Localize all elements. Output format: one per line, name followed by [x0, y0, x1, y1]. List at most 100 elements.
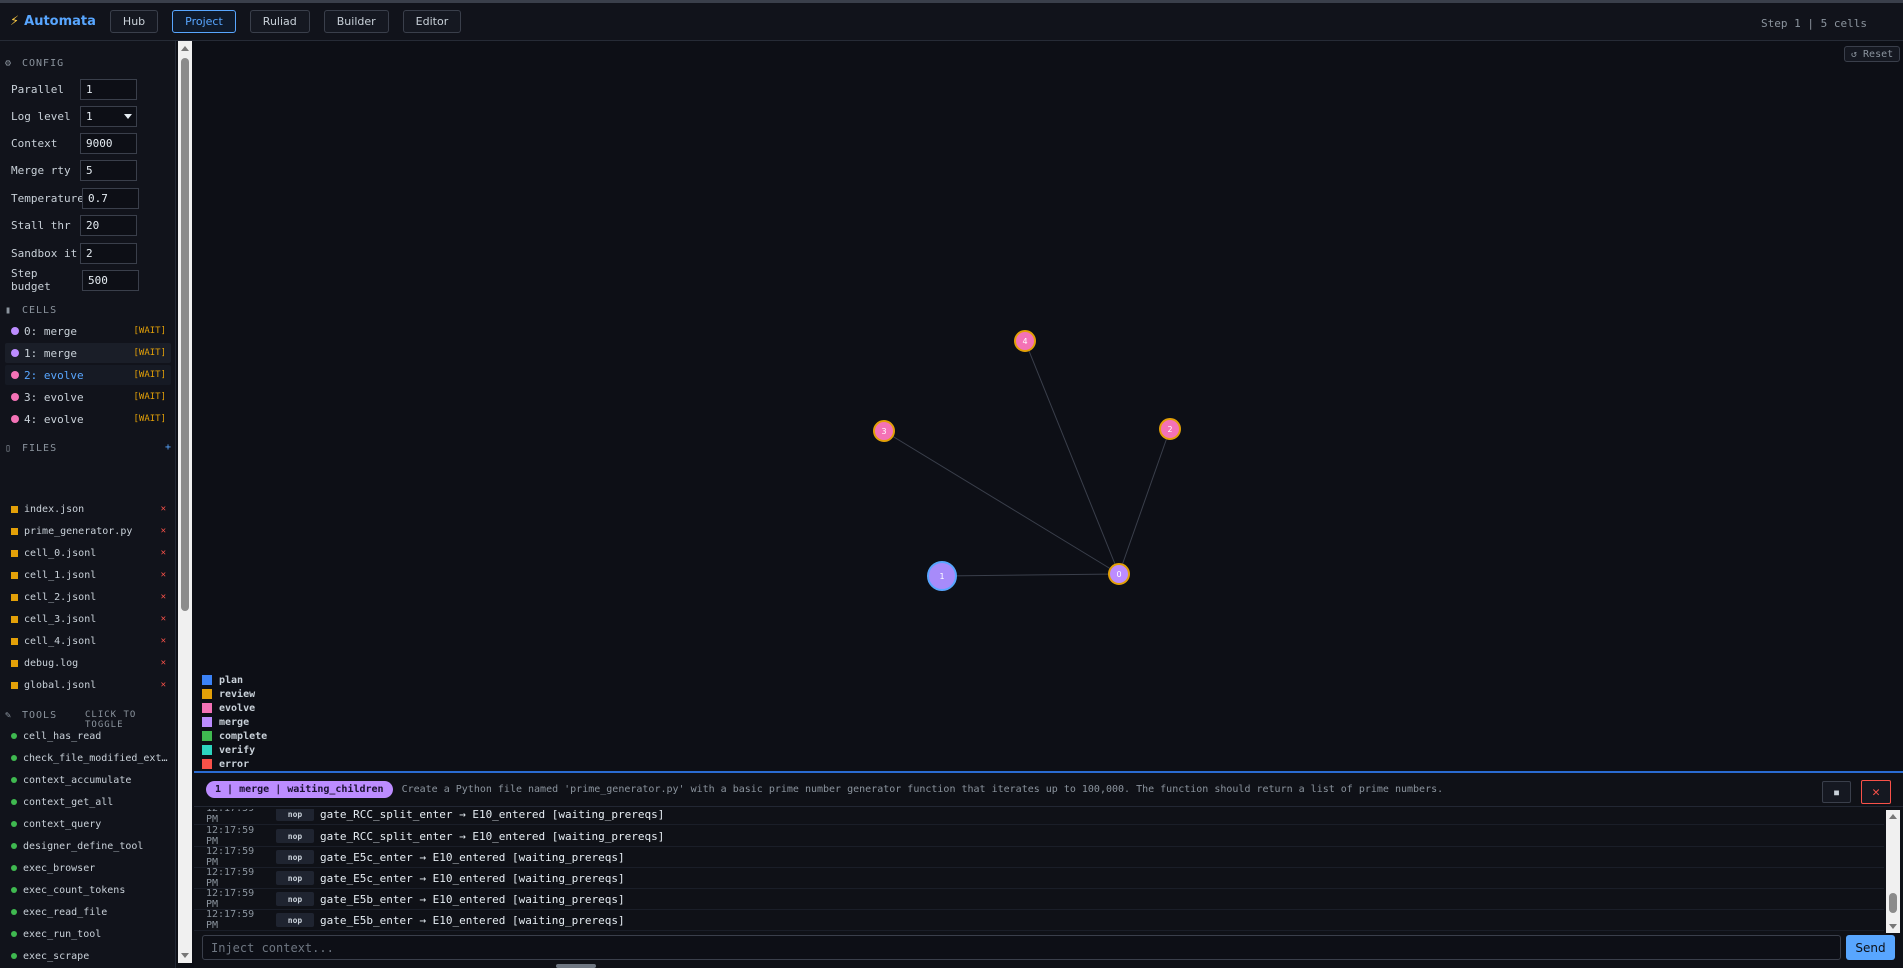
file-item[interactable]: cell_4.jsonl ✕ — [11, 632, 166, 650]
file-item[interactable]: global.jsonl ✕ — [11, 676, 166, 694]
delete-file-icon[interactable]: ✕ — [161, 504, 166, 514]
config-label: Merge rty — [11, 163, 71, 177]
send-button[interactable]: Send — [1846, 935, 1895, 960]
tool-enabled-dot — [11, 887, 17, 893]
cell-item[interactable]: 1: merge [WAIT] — [5, 343, 171, 363]
tool-item[interactable]: cell_has_read — [11, 727, 171, 745]
file-item[interactable]: debug.log ✕ — [11, 654, 166, 672]
context-input[interactable]: 9000 — [80, 132, 137, 154]
add-file-button[interactable]: + — [165, 442, 171, 453]
tool-item[interactable]: context_get_all — [11, 793, 171, 811]
delete-file-icon[interactable]: ✕ — [161, 526, 166, 536]
close-panel-button[interactable]: ✕ — [1861, 780, 1891, 804]
graph-node[interactable]: 2 — [1159, 418, 1181, 440]
legend-swatch — [202, 745, 212, 755]
delete-file-icon[interactable]: ✕ — [161, 636, 166, 646]
log-scrollbar[interactable] — [1886, 810, 1900, 933]
graph-node-label: 2 — [1167, 425, 1172, 434]
tool-item[interactable]: exec_run_tool — [11, 925, 171, 943]
file-item[interactable]: cell_1.jsonl ✕ — [11, 566, 166, 584]
sidebar-scrollbar[interactable] — [178, 41, 192, 963]
cell-item[interactable]: 2: evolve [WAIT] — [5, 365, 171, 385]
legend-item: complete — [202, 729, 267, 743]
nav-project-button[interactable]: Project — [172, 10, 236, 33]
file-icon — [11, 659, 18, 667]
files-title: FILES — [22, 443, 58, 454]
event-log[interactable]: 12:17:59 PM nop gate_RCC_split_enter → E… — [194, 809, 1884, 931]
cell-label: 2: evolve — [24, 368, 84, 382]
sidebar-scrollbar-thumb[interactable] — [181, 58, 189, 611]
scroll-down-arrow-icon[interactable] — [1889, 924, 1897, 929]
file-item[interactable]: cell_3.jsonl ✕ — [11, 610, 166, 628]
tool-enabled-dot — [11, 931, 17, 937]
delete-file-icon[interactable]: ✕ — [161, 570, 166, 580]
scroll-up-arrow-icon[interactable] — [181, 46, 189, 51]
scroll-up-arrow-icon[interactable] — [1889, 814, 1897, 819]
file-item[interactable]: cell_2.jsonl ✕ — [11, 588, 166, 606]
nav-ruliad-button[interactable]: Ruliad — [249, 10, 310, 33]
tool-item[interactable]: exec_read_file — [11, 903, 171, 921]
delete-file-icon[interactable]: ✕ — [161, 658, 166, 668]
graph-canvas[interactable]: 0 1 2 3 4 — [194, 41, 1903, 770]
config-label: Context — [11, 136, 58, 150]
sandbox-iterations-input[interactable]: 2 — [80, 242, 137, 264]
cell-graph[interactable]: 0 1 2 3 4 — [194, 41, 1903, 770]
tool-item[interactable]: context_query — [11, 815, 171, 833]
legend-label: merge — [219, 716, 250, 728]
step-budget-input[interactable]: 500 — [82, 269, 139, 291]
graph-node[interactable]: 0 — [1108, 563, 1130, 585]
config-label: Temperature — [11, 191, 84, 205]
config-title: CONFIG — [22, 58, 65, 69]
delete-file-icon[interactable]: ✕ — [161, 592, 166, 602]
log-scrollbar-thumb[interactable] — [1889, 893, 1897, 913]
config-log-level: Log level 1 — [11, 105, 175, 127]
file-item[interactable]: cell_0.jsonl ✕ — [11, 544, 166, 562]
inject-context-input[interactable]: Inject context... — [202, 935, 1841, 960]
graph-node[interactable]: 3 — [873, 420, 895, 442]
tool-item[interactable]: exec_scrape — [11, 947, 171, 965]
reset-view-button[interactable]: ↺ Reset — [1844, 46, 1901, 62]
tool-item[interactable]: check_file_modified_externally — [11, 749, 171, 767]
tool-item[interactable]: designer_define_tool — [11, 837, 171, 855]
parallel-input[interactable]: 1 — [80, 78, 137, 100]
legend-label: evolve — [219, 702, 256, 714]
log-time: 12:17:59 PM — [206, 846, 255, 868]
tool-item[interactable]: exec_count_tokens — [11, 881, 171, 899]
temperature-input[interactable]: 0.7 — [82, 187, 139, 209]
tool-enabled-dot — [11, 865, 17, 871]
tool-item[interactable]: exec_browser — [11, 859, 171, 877]
nav-editor-button[interactable]: Editor — [402, 10, 462, 33]
graph-node[interactable]: 4 — [1014, 330, 1036, 352]
file-name: global.jsonl — [24, 679, 97, 691]
stop-button[interactable]: ■ — [1822, 781, 1851, 803]
graph-node[interactable]: 1 — [927, 561, 957, 591]
config-label: Parallel — [11, 82, 64, 96]
tool-enabled-dot — [11, 843, 17, 849]
legend-swatch — [202, 675, 212, 685]
scroll-down-arrow-icon[interactable] — [181, 953, 189, 958]
log-level-select[interactable]: 1 — [80, 105, 137, 127]
merge-retry-input[interactable]: 5 — [80, 159, 137, 181]
delete-file-icon[interactable]: ✕ — [161, 680, 166, 690]
delete-file-icon[interactable]: ✕ — [161, 548, 166, 558]
delete-file-icon[interactable]: ✕ — [161, 614, 166, 624]
file-item[interactable]: index.json ✕ — [11, 500, 166, 518]
cell-item[interactable]: 4: evolve [WAIT] — [5, 409, 171, 429]
brand[interactable]: ⚡ Automata — [10, 14, 96, 29]
cells-header: ▮ CELLS — [5, 305, 57, 316]
panel-resize-handle[interactable] — [556, 964, 596, 968]
stall-threshold-input[interactable]: 20 — [80, 214, 137, 236]
file-item[interactable]: prime_generator.py ✕ — [11, 522, 166, 540]
nav-builder-button[interactable]: Builder — [323, 10, 389, 33]
cell-item[interactable]: 0: merge [WAIT] — [5, 321, 171, 341]
nav-hub-button[interactable]: Hub — [109, 10, 159, 33]
log-message: gate_E5b_enter → E10_entered [waiting_pr… — [320, 913, 625, 927]
tool-item[interactable]: context_accumulate — [11, 771, 171, 789]
log-time: 12:17:59 PM — [206, 867, 255, 889]
log-message: gate_E5b_enter → E10_entered [waiting_pr… — [320, 892, 625, 906]
log-message: gate_RCC_split_enter → E10_entered [wait… — [320, 809, 665, 821]
cell-item[interactable]: 3: evolve [WAIT] — [5, 387, 171, 407]
tool-name: designer_define_tool — [23, 840, 144, 852]
cell-label: 4: evolve — [24, 412, 84, 426]
tool-enabled-dot — [11, 821, 17, 827]
